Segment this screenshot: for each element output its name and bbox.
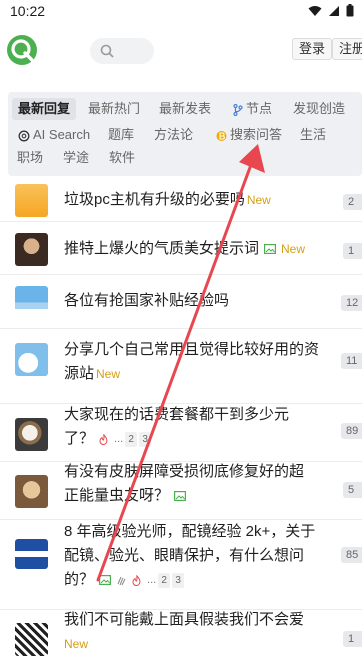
register-button[interactable]: 注册 xyxy=(332,38,362,60)
list-item[interactable]: 推特上爆火的气质美女提示词 New 1 xyxy=(0,223,362,275)
battery-icon xyxy=(346,4,354,17)
tab-methodology[interactable]: 方法论 xyxy=(154,124,193,146)
topic-title-text: 垃圾pc主机有升级的必要吗 xyxy=(64,191,245,208)
reply-count: 2 xyxy=(343,194,362,210)
login-button[interactable]: 登录 xyxy=(292,38,333,60)
topic-title-text: 我们不可能戴上面具假装我们不会爱 xyxy=(64,611,305,628)
signal-icon xyxy=(329,5,339,16)
tab-software[interactable]: 软件 xyxy=(109,147,135,169)
reply-count: 1 xyxy=(343,243,362,259)
bitcoin-icon xyxy=(216,130,227,141)
tab-life[interactable]: 生活 xyxy=(300,124,326,146)
topic-title[interactable]: 各位有抢国家补贴经验吗 xyxy=(64,289,322,313)
clap-icon xyxy=(117,576,126,585)
status-bar: 10:22 xyxy=(0,0,362,22)
avatar[interactable] xyxy=(15,343,48,376)
avatar[interactable] xyxy=(15,286,48,319)
app-header: 登录 注册 xyxy=(0,22,362,88)
list-item[interactable]: 8 年高级验光师，配镜经验 2k+，关于配镜、验光、眼睛保护，有什么想问的？..… xyxy=(0,521,362,610)
list-item[interactable]: 各位有抢国家补贴经验吗 12 xyxy=(0,276,362,329)
search-icon xyxy=(100,44,114,58)
tab-study[interactable]: 学途 xyxy=(63,147,89,169)
avatar[interactable] xyxy=(15,233,48,266)
tab-latest-hot[interactable]: 最新热门 xyxy=(88,98,140,120)
topic-title[interactable]: 垃圾pc主机有升级的必要吗 New xyxy=(64,188,322,212)
tab-question-bank[interactable]: 题库 xyxy=(108,124,134,146)
avatar[interactable] xyxy=(15,184,48,217)
reply-count: 85 xyxy=(341,547,362,563)
list-item[interactable]: 垃圾pc主机有升级的必要吗 New 2 xyxy=(0,178,362,222)
status-time: 10:22 xyxy=(10,3,46,19)
new-badge: New xyxy=(281,242,306,256)
topic-title[interactable]: 我们不可能戴上面具假装我们不会爱 New xyxy=(64,608,326,656)
list-item[interactable]: 分享几个自己常用且觉得比较好用的资源站 New 11 xyxy=(0,330,362,404)
tab-ai-search-label: AI Search xyxy=(33,127,91,142)
page-link[interactable]: 3 xyxy=(139,431,152,447)
tab-search-qa-label: 搜索问答 xyxy=(230,127,283,142)
list-item[interactable]: 大家现在的话费套餐都干到多少元了？... 2 3 89 xyxy=(0,405,362,462)
avatar[interactable] xyxy=(15,539,48,569)
page-ellipsis: ... xyxy=(147,574,157,587)
openai-icon xyxy=(18,130,30,142)
status-icons xyxy=(308,4,354,17)
wifi-icon xyxy=(308,5,322,16)
page-link[interactable]: 2 xyxy=(125,431,138,447)
tab-nodes[interactable]: 节点 xyxy=(233,98,272,120)
new-badge: New xyxy=(96,367,121,381)
list-item[interactable]: 我们不可能戴上面具假装我们不会爱 New 1 xyxy=(0,611,362,659)
search-box[interactable] xyxy=(90,38,154,64)
fire-icon xyxy=(99,433,108,445)
reply-count: 1 xyxy=(343,631,362,647)
tab-latest-replies[interactable]: 最新回复 xyxy=(12,98,77,120)
page-link[interactable]: 3 xyxy=(172,572,185,588)
topic-title[interactable]: 大家现在的话费套餐都干到多少元了？... 2 3 xyxy=(64,403,316,451)
avatar[interactable] xyxy=(15,475,48,508)
image-icon xyxy=(174,491,187,502)
logo-icon[interactable] xyxy=(6,34,38,66)
image-icon xyxy=(99,575,112,586)
image-icon xyxy=(264,244,277,255)
tab-ai-search[interactable]: AI Search xyxy=(18,124,90,146)
topic-title-text: 推特上爆火的气质美女提示词 xyxy=(64,240,260,257)
new-badge: New xyxy=(64,637,89,651)
reply-count: 12 xyxy=(341,295,362,311)
reply-count: 11 xyxy=(341,353,362,369)
new-badge: New xyxy=(246,193,271,207)
tab-nodes-label: 节点 xyxy=(246,101,273,116)
category-tabs: 最新回复 最新热门 最新发表 节点 发现创造 AI Search 题库 方法论 … xyxy=(8,92,362,176)
reply-count: 5 xyxy=(343,482,362,498)
list-item[interactable]: 有没有皮肤屏障受损彻底修复好的超正能量虫友呀？ 5 xyxy=(0,463,362,520)
topic-title-text: 大家现在的话费套餐都干到多少元了？ xyxy=(64,406,290,447)
page-ellipsis: ... xyxy=(114,433,124,446)
tab-discover-create[interactable]: 发现创造 xyxy=(293,98,345,120)
avatar[interactable] xyxy=(15,623,48,656)
topic-title-text: 各位有抢国家补贴经验吗 xyxy=(64,292,230,309)
branch-icon xyxy=(233,103,243,116)
topic-title[interactable]: 8 年高级验光师，配镜经验 2k+，关于配镜、验光、眼睛保护，有什么想问的？..… xyxy=(64,520,322,592)
page-link[interactable]: 2 xyxy=(158,572,171,588)
tab-workplace[interactable]: 职场 xyxy=(17,147,43,169)
tab-latest-posts[interactable]: 最新发表 xyxy=(159,98,211,120)
avatar[interactable] xyxy=(15,418,48,451)
topic-title[interactable]: 分享几个自己常用且觉得比较好用的资源站 New xyxy=(64,338,322,386)
tab-search-qa[interactable]: 搜索问答 xyxy=(216,124,282,146)
topic-title[interactable]: 推特上爆火的气质美女提示词 New xyxy=(64,237,322,261)
fire-icon xyxy=(132,574,141,586)
reply-count: 89 xyxy=(341,423,362,439)
topic-title[interactable]: 有没有皮肤屏障受损彻底修复好的超正能量虫友呀？ xyxy=(64,460,312,508)
